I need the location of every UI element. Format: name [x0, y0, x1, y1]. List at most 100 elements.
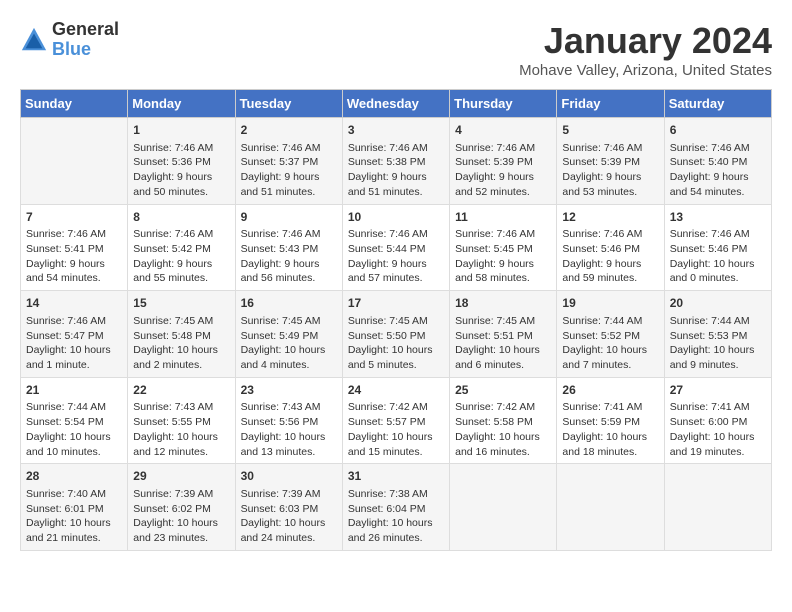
- cell-text: Daylight: 9 hours: [133, 257, 229, 272]
- day-number: 6: [670, 122, 766, 139]
- cell-text: Daylight: 10 hours: [455, 430, 551, 445]
- cell-text: and 12 minutes.: [133, 445, 229, 460]
- day-number: 11: [455, 209, 551, 226]
- calendar-cell: 12Sunrise: 7:46 AMSunset: 5:46 PMDayligh…: [557, 204, 664, 291]
- cell-text: Sunset: 5:49 PM: [241, 329, 337, 344]
- calendar-cell: 11Sunrise: 7:46 AMSunset: 5:45 PMDayligh…: [450, 204, 557, 291]
- calendar-cell: 22Sunrise: 7:43 AMSunset: 5:55 PMDayligh…: [128, 377, 235, 464]
- cell-text: Sunset: 6:04 PM: [348, 502, 444, 517]
- calendar-row: 28Sunrise: 7:40 AMSunset: 6:01 PMDayligh…: [21, 464, 772, 551]
- logo: General Blue: [20, 20, 119, 60]
- cell-text: Sunset: 5:52 PM: [562, 329, 658, 344]
- cell-text: Sunset: 5:54 PM: [26, 415, 122, 430]
- calendar-cell: 6Sunrise: 7:46 AMSunset: 5:40 PMDaylight…: [664, 118, 771, 205]
- cell-text: Sunset: 5:46 PM: [562, 242, 658, 257]
- cell-text: Sunrise: 7:46 AM: [348, 227, 444, 242]
- cell-text: and 23 minutes.: [133, 531, 229, 546]
- calendar-cell: [557, 464, 664, 551]
- cell-text: Sunrise: 7:41 AM: [562, 400, 658, 415]
- cell-text: Daylight: 9 hours: [133, 170, 229, 185]
- cell-text: Daylight: 10 hours: [670, 257, 766, 272]
- day-number: 24: [348, 382, 444, 399]
- cell-text: Daylight: 9 hours: [348, 257, 444, 272]
- cell-text: Sunset: 5:56 PM: [241, 415, 337, 430]
- cell-text: Sunrise: 7:44 AM: [26, 400, 122, 415]
- cell-text: and 13 minutes.: [241, 445, 337, 460]
- cell-text: Daylight: 10 hours: [562, 430, 658, 445]
- cell-text: Sunset: 5:40 PM: [670, 155, 766, 170]
- cell-text: and 4 minutes.: [241, 358, 337, 373]
- cell-text: Daylight: 10 hours: [241, 343, 337, 358]
- cell-text: Sunrise: 7:42 AM: [455, 400, 551, 415]
- header-monday: Monday: [128, 90, 235, 118]
- cell-text: Daylight: 10 hours: [670, 430, 766, 445]
- cell-text: Sunrise: 7:46 AM: [455, 141, 551, 156]
- day-number: 9: [241, 209, 337, 226]
- calendar-cell: 29Sunrise: 7:39 AMSunset: 6:02 PMDayligh…: [128, 464, 235, 551]
- cell-text: Sunrise: 7:46 AM: [241, 141, 337, 156]
- cell-text: Sunrise: 7:39 AM: [241, 487, 337, 502]
- cell-text: Sunrise: 7:46 AM: [562, 227, 658, 242]
- cell-text: Daylight: 10 hours: [26, 430, 122, 445]
- cell-text: Sunrise: 7:39 AM: [133, 487, 229, 502]
- day-number: 7: [26, 209, 122, 226]
- calendar-cell: 1Sunrise: 7:46 AMSunset: 5:36 PMDaylight…: [128, 118, 235, 205]
- cell-text: and 52 minutes.: [455, 185, 551, 200]
- cell-text: Sunrise: 7:46 AM: [455, 227, 551, 242]
- cell-text: Daylight: 9 hours: [241, 170, 337, 185]
- calendar-cell: [664, 464, 771, 551]
- cell-text: Daylight: 10 hours: [26, 343, 122, 358]
- cell-text: and 51 minutes.: [241, 185, 337, 200]
- cell-text: and 2 minutes.: [133, 358, 229, 373]
- calendar-cell: 30Sunrise: 7:39 AMSunset: 6:03 PMDayligh…: [235, 464, 342, 551]
- cell-text: and 56 minutes.: [241, 271, 337, 286]
- day-number: 2: [241, 122, 337, 139]
- header-saturday: Saturday: [664, 90, 771, 118]
- cell-text: and 19 minutes.: [670, 445, 766, 460]
- day-number: 14: [26, 295, 122, 312]
- cell-text: and 54 minutes.: [26, 271, 122, 286]
- cell-text: Sunset: 6:03 PM: [241, 502, 337, 517]
- day-number: 8: [133, 209, 229, 226]
- cell-text: Daylight: 9 hours: [562, 170, 658, 185]
- cell-text: and 54 minutes.: [670, 185, 766, 200]
- logo-icon: [20, 26, 48, 54]
- calendar-row: 7Sunrise: 7:46 AMSunset: 5:41 PMDaylight…: [21, 204, 772, 291]
- calendar-cell: 26Sunrise: 7:41 AMSunset: 5:59 PMDayligh…: [557, 377, 664, 464]
- day-number: 20: [670, 295, 766, 312]
- header-tuesday: Tuesday: [235, 90, 342, 118]
- header-wednesday: Wednesday: [342, 90, 449, 118]
- cell-text: Sunrise: 7:46 AM: [26, 227, 122, 242]
- cell-text: and 21 minutes.: [26, 531, 122, 546]
- day-number: 19: [562, 295, 658, 312]
- cell-text: and 9 minutes.: [670, 358, 766, 373]
- cell-text: Sunrise: 7:46 AM: [133, 227, 229, 242]
- cell-text: and 55 minutes.: [133, 271, 229, 286]
- day-number: 16: [241, 295, 337, 312]
- cell-text: Daylight: 10 hours: [26, 516, 122, 531]
- cell-text: Sunset: 5:50 PM: [348, 329, 444, 344]
- calendar-cell: 4Sunrise: 7:46 AMSunset: 5:39 PMDaylight…: [450, 118, 557, 205]
- location: Mohave Valley, Arizona, United States: [519, 62, 772, 79]
- day-number: 4: [455, 122, 551, 139]
- cell-text: and 16 minutes.: [455, 445, 551, 460]
- cell-text: Daylight: 9 hours: [562, 257, 658, 272]
- cell-text: Sunrise: 7:40 AM: [26, 487, 122, 502]
- cell-text: and 1 minute.: [26, 358, 122, 373]
- cell-text: Sunrise: 7:45 AM: [455, 314, 551, 329]
- calendar-cell: 31Sunrise: 7:38 AMSunset: 6:04 PMDayligh…: [342, 464, 449, 551]
- day-number: 21: [26, 382, 122, 399]
- cell-text: Daylight: 10 hours: [348, 430, 444, 445]
- cell-text: Daylight: 10 hours: [455, 343, 551, 358]
- day-number: 26: [562, 382, 658, 399]
- cell-text: Daylight: 9 hours: [241, 257, 337, 272]
- day-number: 30: [241, 468, 337, 485]
- cell-text: and 15 minutes.: [348, 445, 444, 460]
- cell-text: Daylight: 9 hours: [348, 170, 444, 185]
- month-title: January 2024: [519, 20, 772, 62]
- cell-text: Sunrise: 7:43 AM: [133, 400, 229, 415]
- cell-text: Sunset: 5:41 PM: [26, 242, 122, 257]
- cell-text: Sunrise: 7:46 AM: [133, 141, 229, 156]
- page-header: General Blue January 2024 Mohave Valley,…: [20, 20, 772, 79]
- calendar-cell: 19Sunrise: 7:44 AMSunset: 5:52 PMDayligh…: [557, 291, 664, 378]
